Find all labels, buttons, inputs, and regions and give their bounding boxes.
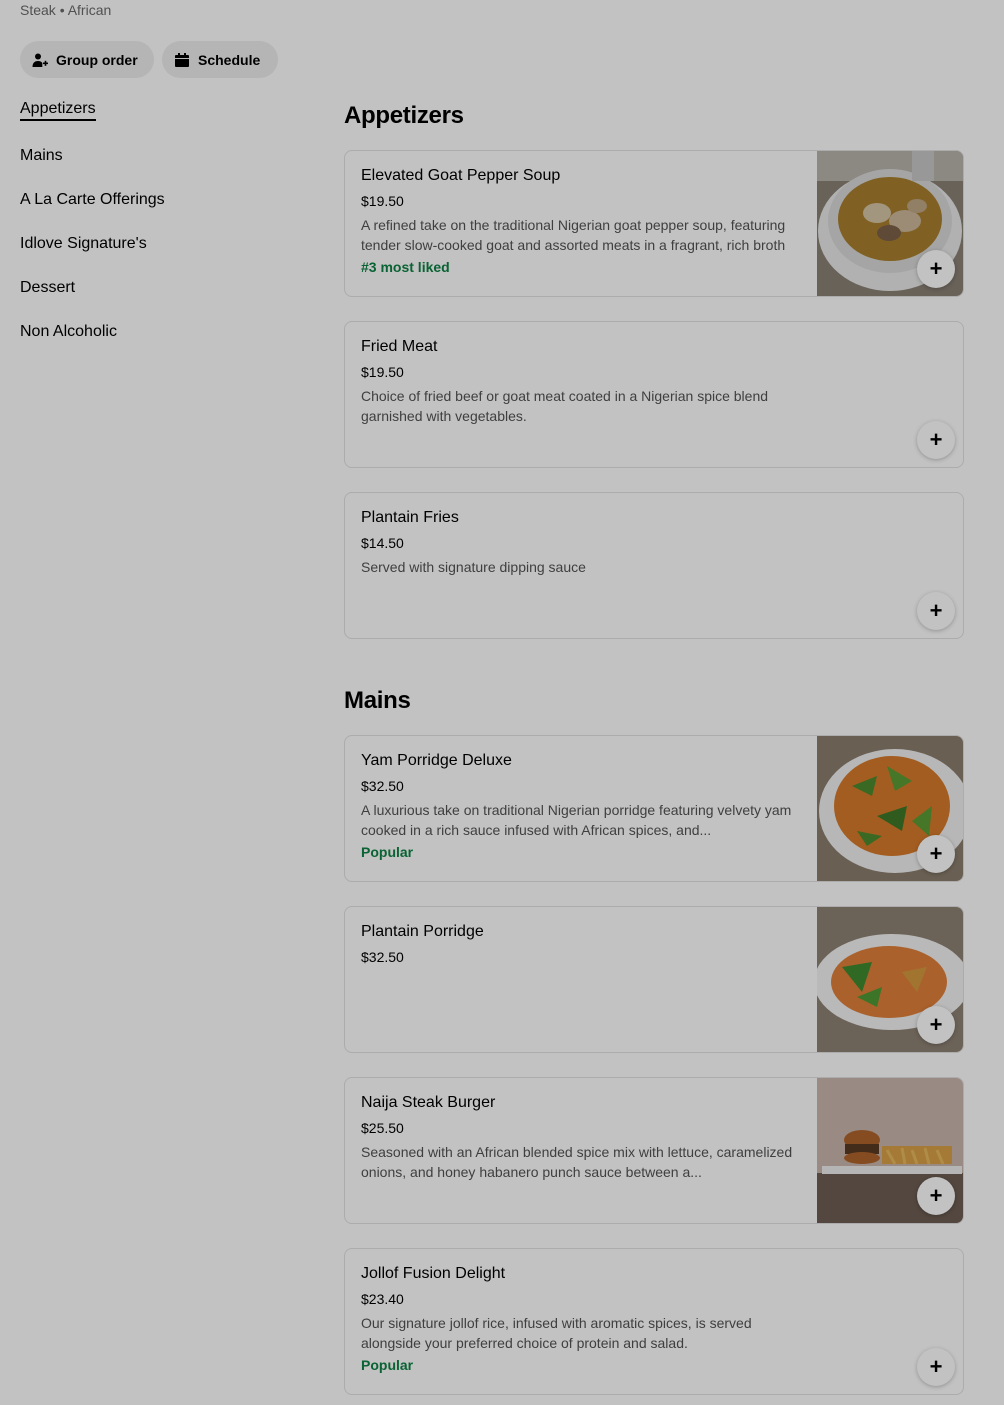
- calendar-icon: [174, 52, 190, 68]
- section-title-mains: Mains: [344, 687, 411, 714]
- item-price: $23.40: [361, 1291, 404, 1307]
- group-order-label: Group order: [56, 51, 138, 68]
- add-item-button[interactable]: +: [917, 1177, 955, 1215]
- add-item-button[interactable]: +: [917, 592, 955, 630]
- item-description: Choice of fried beef or goat meat coated…: [361, 388, 769, 424]
- add-item-button[interactable]: +: [917, 421, 955, 459]
- menu-item-card[interactable]: Plantain Porridge $32.50 +: [344, 906, 964, 1053]
- nav-item-appetizers[interactable]: Appetizers: [20, 100, 96, 121]
- item-description: Seasoned with an African blended spice m…: [361, 1144, 793, 1180]
- item-tag: Popular: [361, 1357, 414, 1373]
- add-person-icon: [32, 52, 48, 68]
- item-name: Fried Meat: [361, 338, 438, 355]
- item-name: Yam Porridge Deluxe: [361, 752, 512, 769]
- nav-item-non-alcoholic[interactable]: Non Alcoholic: [20, 323, 117, 341]
- item-price: $32.50: [361, 778, 404, 794]
- menu-item-card[interactable]: Yam Porridge Deluxe $32.50 A luxurious t…: [344, 735, 964, 882]
- group-order-button[interactable]: Group order: [20, 41, 154, 78]
- add-item-button[interactable]: +: [917, 1348, 955, 1386]
- item-name: Elevated Goat Pepper Soup: [361, 167, 561, 184]
- menu-item-card[interactable]: Naija Steak Burger $25.50 Seasoned with …: [344, 1077, 964, 1224]
- item-price: $19.50: [361, 193, 404, 209]
- schedule-button[interactable]: Schedule: [162, 41, 278, 78]
- store-subtitle: Steak • African: [20, 2, 112, 18]
- item-name: Plantain Fries: [361, 509, 459, 526]
- item-price: $32.50: [361, 949, 404, 965]
- nav-item-dessert[interactable]: Dessert: [20, 279, 75, 297]
- schedule-label: Schedule: [198, 51, 261, 68]
- section-title-appetizers: Appetizers: [344, 102, 464, 129]
- item-description: Our signature jollof rice, infused with …: [361, 1315, 752, 1351]
- item-name: Jollof Fusion Delight: [361, 1265, 506, 1282]
- add-item-button[interactable]: +: [917, 250, 955, 288]
- item-tag: Popular: [361, 844, 414, 860]
- item-description: A luxurious take on traditional Nigerian…: [361, 802, 792, 838]
- item-name: Plantain Porridge: [361, 923, 484, 940]
- nav-item-a-la-carte[interactable]: A La Carte Offerings: [20, 191, 165, 209]
- menu-item-card[interactable]: Plantain Fries $14.50 Served with signat…: [344, 492, 964, 639]
- item-tag: #3 most liked: [361, 259, 450, 275]
- item-price: $19.50: [361, 364, 404, 380]
- menu-item-card[interactable]: Fried Meat $19.50 Choice of fried beef o…: [344, 321, 964, 468]
- item-description: Served with signature dipping sauce: [361, 559, 586, 575]
- item-price: $25.50: [361, 1120, 404, 1136]
- nav-item-signatures[interactable]: Idlove Signature's: [20, 235, 147, 253]
- menu-item-card[interactable]: Elevated Goat Pepper Soup $19.50 A refin…: [344, 150, 964, 297]
- add-item-button[interactable]: +: [917, 835, 955, 873]
- menu-item-card[interactable]: Jollof Fusion Delight $23.40 Our signatu…: [344, 1248, 964, 1395]
- nav-item-mains[interactable]: Mains: [20, 147, 63, 165]
- store-menu-page: Steak • African Group order Schedule App…: [0, 0, 1004, 1405]
- item-price: $14.50: [361, 535, 404, 551]
- item-description: A refined take on the traditional Nigeri…: [361, 217, 786, 253]
- item-name: Naija Steak Burger: [361, 1094, 496, 1111]
- add-item-button[interactable]: +: [917, 1006, 955, 1044]
